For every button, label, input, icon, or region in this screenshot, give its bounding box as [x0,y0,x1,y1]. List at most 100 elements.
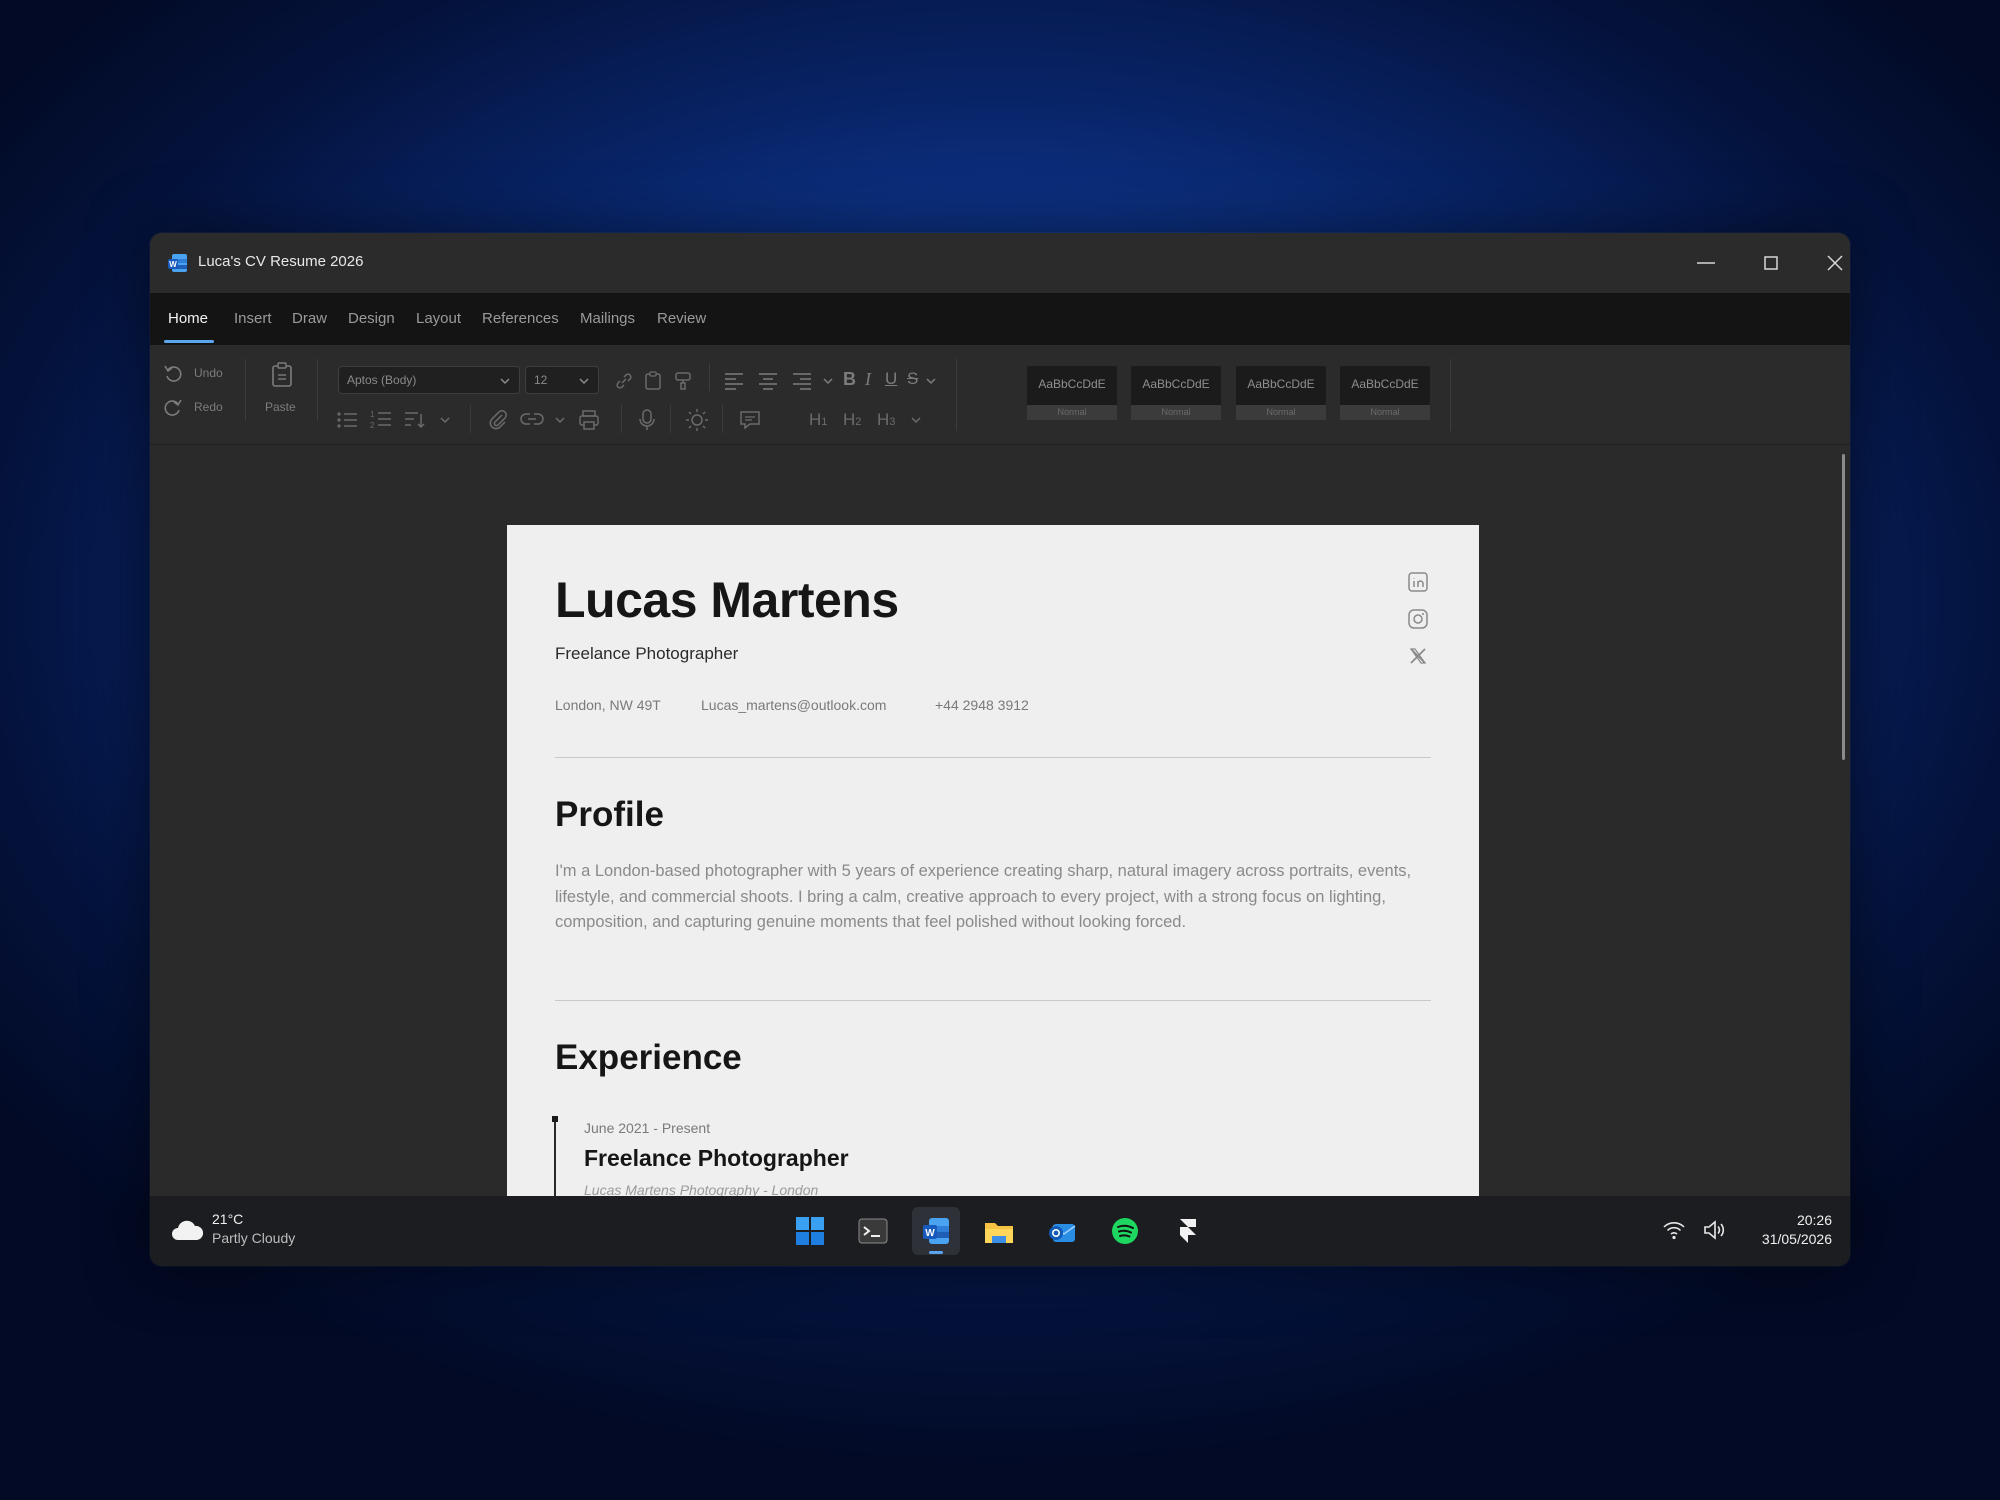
terminal-button[interactable] [849,1207,897,1255]
outlook-icon [1049,1224,1076,1242]
maximize-icon [1764,256,1778,270]
tab-layout[interactable]: Layout [416,310,461,327]
heading2-icon[interactable]: H2 [843,410,861,430]
svg-text:W: W [169,260,177,269]
experience-heading: Experience [555,1038,742,1077]
strikethrough-icon[interactable]: S [907,369,918,389]
minimize-icon [1697,262,1715,264]
align-left-icon[interactable] [724,372,744,390]
tab-review[interactable]: Review [657,310,706,327]
profile-heading: Profile [555,795,664,834]
maximize-button[interactable] [1745,243,1797,283]
weather-widget[interactable]: 21°C Partly Cloudy [170,1206,370,1256]
start-button[interactable] [786,1207,834,1255]
format-painter-icon[interactable] [674,371,692,391]
tab-home[interactable]: Home [168,310,208,327]
terminal-icon [858,1218,888,1244]
chevron-down-icon[interactable] [554,414,566,426]
tab-references[interactable]: References [482,310,559,327]
vertical-scrollbar[interactable] [1842,454,1845,760]
style-normal-3[interactable]: AaBbCcDdE Normal [1236,366,1326,420]
ribbon-divider [709,363,710,391]
document-page[interactable]: Lucas Martens Freelance Photographer Lon… [507,525,1479,1196]
align-center-icon[interactable] [758,372,778,390]
ribbon-toolbar: Undo Redo Paste Aptos (Body) 12 B I U S … [150,345,1850,445]
tab-draw[interactable]: Draw [292,310,327,327]
taskbar: 21°C Partly Cloudy W 20:26 31/05/2026 [150,1196,1850,1266]
volume-icon[interactable] [1703,1219,1727,1241]
close-icon [1827,255,1843,271]
tab-mailings[interactable]: Mailings [580,310,635,327]
outlook-button[interactable] [1038,1207,1086,1255]
ribbon-divider [317,359,318,421]
microphone-icon[interactable] [638,408,656,432]
title-bar: W Luca's CV Resume 2026 [150,233,1850,293]
style-sample: AaBbCcDdE [1142,377,1210,391]
chevron-down-icon[interactable] [925,375,937,387]
linkedin-icon[interactable] [1407,571,1429,593]
comment-icon[interactable] [739,409,761,431]
undo-label: Undo [194,366,223,380]
hyperlink-icon[interactable] [520,411,544,427]
cv-role: Freelance Photographer [555,644,739,663]
style-normal-2[interactable]: AaBbCcDdE Normal [1131,366,1221,420]
bold-icon[interactable]: B [843,369,856,390]
tab-insert[interactable]: Insert [234,310,272,327]
chevron-down-icon [500,378,510,385]
framer-button[interactable] [1164,1207,1212,1255]
file-explorer-button[interactable] [975,1207,1023,1255]
weather-temperature: 21°C [212,1211,244,1227]
font-family-select[interactable]: Aptos (Body) [338,366,520,394]
heading1-icon[interactable]: H1 [809,410,827,430]
minimize-button[interactable] [1680,243,1732,283]
chevron-down-icon[interactable] [910,414,922,426]
tab-design[interactable]: Design [348,310,395,327]
chevron-down-icon[interactable] [822,375,834,387]
ribbon-divider [956,359,957,431]
document-canvas[interactable]: Lucas Martens Freelance Photographer Lon… [150,446,1850,1196]
system-clock[interactable]: 20:26 31/05/2026 [1762,1211,1832,1249]
numbered-list-icon[interactable]: 12 [370,409,392,431]
undo-icon [164,365,182,382]
window-title: Luca's CV Resume 2026 [198,253,364,270]
paste-label: Paste [265,400,296,414]
chevron-down-icon [579,378,589,385]
cv-email: Lucas_martens@outlook.com [701,697,887,713]
redo-icon [164,399,182,416]
print-icon[interactable] [578,409,600,431]
style-sample: AaBbCcDdE [1351,377,1419,391]
attachment-icon[interactable] [488,409,508,431]
italic-icon[interactable]: I [865,369,871,390]
sort-icon[interactable] [404,410,426,430]
word-icon: W [923,1218,949,1244]
link-icon[interactable] [615,372,633,390]
profile-text: I'm a London-based photographer with 5 y… [555,862,1412,931]
word-taskbar-button[interactable]: W [912,1207,960,1255]
svg-text:2: 2 [370,421,375,430]
timeline-line [554,1119,556,1196]
x-icon[interactable] [1407,645,1429,667]
redo-button[interactable]: Redo [162,396,242,418]
brightness-icon[interactable] [685,408,709,432]
style-normal-1[interactable]: AaBbCcDdE Normal [1027,366,1117,420]
bullet-list-icon[interactable] [336,410,358,430]
style-normal-4[interactable]: AaBbCcDdE Normal [1340,366,1430,420]
clipboard-icon[interactable] [644,371,662,391]
instagram-icon[interactable] [1407,608,1429,630]
experience-title: Freelance Photographer [584,1145,849,1171]
paste-button[interactable]: Paste [260,362,304,420]
close-button[interactable] [1809,243,1850,283]
heading3-icon[interactable]: H3 [877,410,895,430]
style-name: Normal [1236,405,1326,420]
cloud-icon [172,1220,204,1240]
undo-button[interactable]: Undo [162,362,242,384]
chevron-down-icon[interactable] [439,414,451,426]
spotify-button[interactable] [1101,1207,1149,1255]
align-right-icon[interactable] [792,372,812,390]
wifi-icon[interactable] [1662,1219,1686,1241]
style-sample: AaBbCcDdE [1038,377,1106,391]
style-name: Normal [1340,405,1430,420]
underline-icon[interactable]: U [885,369,897,389]
active-app-indicator [929,1251,943,1254]
font-size-select[interactable]: 12 [525,366,599,394]
